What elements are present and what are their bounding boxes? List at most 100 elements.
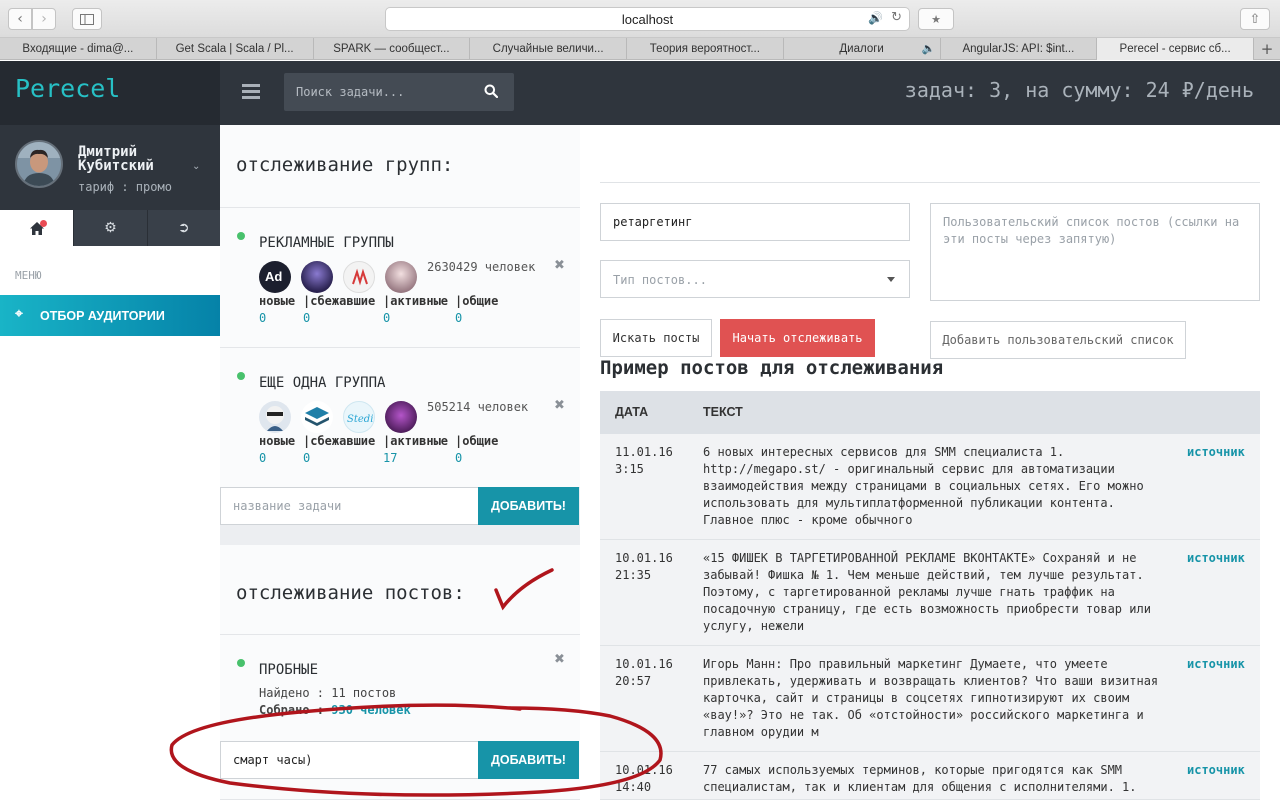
add-custom-list-button[interactable]: Добавить пользовательский список xyxy=(930,321,1186,359)
group-avatar[interactable] xyxy=(259,401,291,433)
task-search-input[interactable] xyxy=(284,73,474,111)
group-stat-values: 0 0 17 0 xyxy=(259,451,515,465)
source-link[interactable]: источник xyxy=(1187,656,1245,673)
tab-label: SPARK — сообщест... xyxy=(333,43,450,55)
browser-tab-active[interactable]: Perecel - сервис сб... xyxy=(1097,38,1254,60)
browser-tab[interactable]: Теория вероятност... xyxy=(627,38,784,60)
people-collected-value[interactable]: 930 человек xyxy=(331,703,410,717)
home-tab[interactable] xyxy=(0,210,74,246)
task-name-input[interactable] xyxy=(220,487,478,525)
browser-tab[interactable]: Входящие - dima@... xyxy=(0,38,157,60)
task-search xyxy=(284,73,514,111)
user-name: Дмитрий Кубитский xyxy=(78,144,154,174)
group-avatar[interactable]: Ad xyxy=(259,261,291,293)
stat-label-active: |активные xyxy=(383,434,449,448)
stat-value-total[interactable]: 0 xyxy=(455,311,515,325)
search-icon[interactable] xyxy=(484,84,498,98)
example-posts-title: Пример постов для отслеживания xyxy=(600,357,944,379)
group-thumbnails: Ad xyxy=(259,261,427,293)
stat-value-active[interactable]: 0 xyxy=(383,311,455,325)
app-logo[interactable]: Perecel xyxy=(0,61,220,125)
audio-icon[interactable]: 🔊 xyxy=(868,11,883,25)
close-icon[interactable]: ✖ xyxy=(554,258,565,273)
add-group-task: ДОБАВИТЬ! xyxy=(220,487,580,525)
close-icon[interactable]: ✖ xyxy=(554,398,565,413)
post-type-select[interactable]: Тип постов... xyxy=(600,260,910,298)
group-members-count: 505214 человек xyxy=(427,400,529,414)
settings-tab[interactable]: ⚙ xyxy=(73,210,147,246)
browser-tab[interactable]: Get Scala | Scala / Pl... xyxy=(157,38,314,60)
user-profile[interactable]: Дмитрий Кубитский тариф : промо ⌄ xyxy=(0,125,220,210)
groups-section-title: отслеживание групп: xyxy=(236,154,454,176)
group-stat-labels: новые |сбежавшие |активные |общие xyxy=(259,294,515,308)
tab-label: Случайные величи... xyxy=(492,43,604,55)
post-query-input[interactable] xyxy=(220,741,478,779)
table-row: 10.01.16 21:35 «15 ФИШЕК В ТАРГЕТИРОВАНН… xyxy=(600,540,1260,646)
stat-value-new[interactable]: 0 xyxy=(259,311,303,325)
add-group-button[interactable]: ДОБАВИТЬ! xyxy=(478,487,579,525)
start-tracking-button[interactable]: Начать отслеживать xyxy=(720,319,875,357)
stat-value-left[interactable]: 0 xyxy=(303,311,383,325)
svg-text:Stedi: Stedi xyxy=(347,414,373,425)
group-avatar[interactable] xyxy=(385,401,417,433)
forward-button[interactable]: › xyxy=(32,8,56,30)
sidebar-toggle-button[interactable] xyxy=(72,8,102,30)
tag-input[interactable]: ретаргетинг xyxy=(600,203,910,241)
avatar xyxy=(15,140,63,188)
menu-toggle-icon[interactable] xyxy=(242,84,260,100)
add-post-button[interactable]: ДОБАВИТЬ! xyxy=(478,741,579,779)
group-avatar[interactable] xyxy=(301,261,333,293)
stat-label-total: |общие xyxy=(455,434,499,448)
logout-tab[interactable]: ➲ xyxy=(146,210,220,246)
browser-tab[interactable]: AngularJS: API: $int... xyxy=(941,38,1098,60)
url-text: localhost xyxy=(621,11,674,27)
star-icon: ★ xyxy=(931,12,941,26)
tab-bar: Входящие - dima@... Get Scala | Scala / … xyxy=(0,38,1280,60)
menu-label: МЕНЮ xyxy=(15,269,42,282)
stat-value-total[interactable]: 0 xyxy=(455,451,515,465)
close-icon[interactable]: ✖ xyxy=(554,652,565,667)
group-avatar[interactable] xyxy=(301,401,333,433)
posts-found-label: Найдено : xyxy=(259,686,332,700)
group-avatar[interactable] xyxy=(385,261,417,293)
group-stat-values: 0 0 0 0 xyxy=(259,311,515,325)
browser-tab[interactable]: Случайные величи... xyxy=(470,38,627,60)
stat-value-new[interactable]: 0 xyxy=(259,451,303,465)
tab-label: Входящие - dima@... xyxy=(22,43,134,55)
share-icon: ⇧ xyxy=(1249,11,1261,27)
sidebar-item-label: ОТБОР АУДИТОРИИ xyxy=(40,308,165,323)
source-link[interactable]: источник xyxy=(1187,444,1245,461)
browser-tab[interactable]: SPARK — сообщест... xyxy=(314,38,471,60)
tracking-column: отслеживание групп: РЕКЛАМНЫЕ ГРУППЫ ✖ A… xyxy=(220,125,580,800)
address-bar[interactable]: localhost 🔊 ↻ xyxy=(385,7,910,31)
stat-label-left: |сбежавшие xyxy=(303,434,376,448)
audio-icon[interactable]: 🔈 xyxy=(922,42,936,55)
group-title: ЕЩЕ ОДНА ГРУППА xyxy=(259,375,386,391)
custom-posts-textarea[interactable]: Пользовательский список постов (ссылки н… xyxy=(930,203,1260,301)
chevron-down-icon[interactable]: ⌄ xyxy=(192,161,200,172)
sidebar-tabs: ⚙ ➲ xyxy=(0,210,220,246)
share-button[interactable]: ⇧ xyxy=(1240,8,1270,30)
back-button[interactable]: ‹ xyxy=(8,8,32,30)
bookmark-button[interactable]: ★ xyxy=(918,8,954,30)
tab-label: Теория вероятност... xyxy=(649,43,760,55)
reload-icon[interactable]: ↻ xyxy=(891,10,902,25)
stat-value-left[interactable]: 0 xyxy=(303,451,383,465)
new-tab-button[interactable]: + xyxy=(1254,38,1280,60)
post-task-title: ПРОБНЫЕ xyxy=(259,662,319,678)
sidebar-item-audience[interactable]: ⌖ ОТБОР АУДИТОРИИ xyxy=(0,295,220,336)
col-text: ТЕКСТ xyxy=(703,405,743,419)
browser-tab[interactable]: Диалоги 🔈 xyxy=(784,38,941,60)
posts-header-card: отслеживание постов: xyxy=(220,545,580,635)
source-link[interactable]: источник xyxy=(1187,762,1245,779)
group-avatar[interactable] xyxy=(343,261,375,293)
search-posts-button[interactable]: Искать посты xyxy=(600,319,712,357)
tab-label: Perecel - сервис сб... xyxy=(1119,43,1231,55)
col-date: ДАТА xyxy=(615,405,649,419)
source-link[interactable]: источник xyxy=(1187,550,1245,567)
stat-label-left: |сбежавшие xyxy=(303,294,376,308)
notification-dot xyxy=(40,220,47,227)
group-avatar[interactable]: Stedi xyxy=(343,401,375,433)
post-type-placeholder: Тип постов... xyxy=(613,273,707,287)
stat-value-active[interactable]: 17 xyxy=(383,451,455,465)
